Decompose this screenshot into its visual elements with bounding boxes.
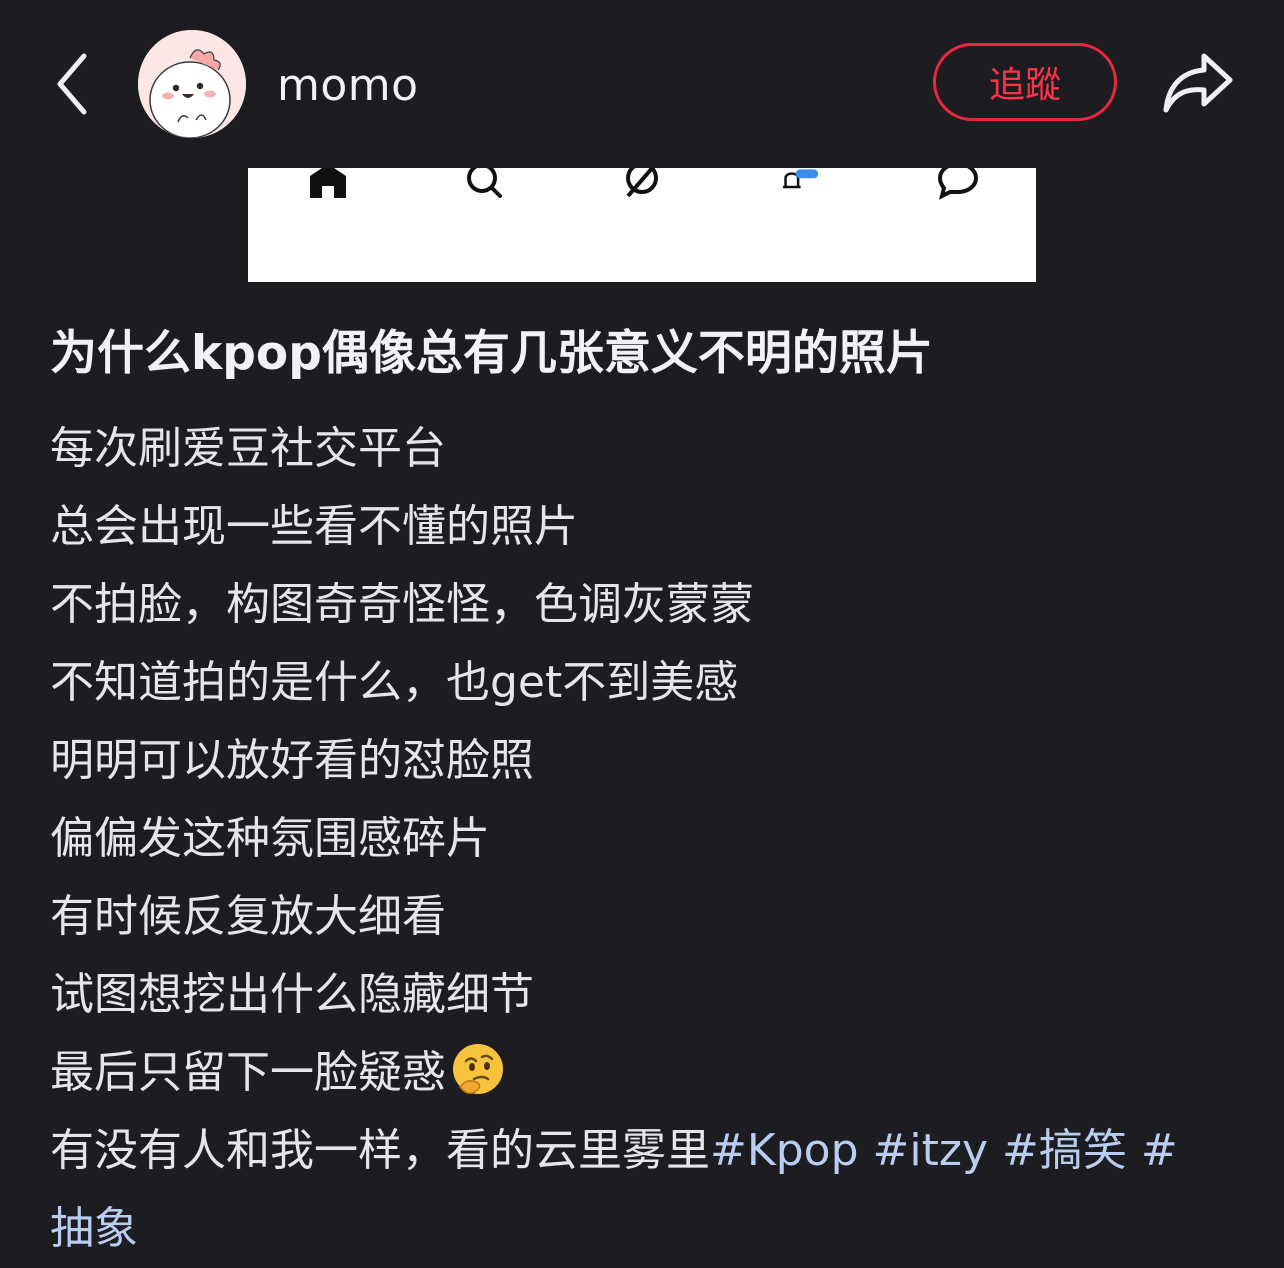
cartoon-avatar-icon	[138, 30, 246, 138]
post-body: 每次刷爱豆社交平台 总会出现一些看不懂的照片 不拍脸，构图奇奇怪怪，色调灰蒙蒙 …	[50, 410, 1240, 1268]
hashtag-funny[interactable]: #搞笑	[1002, 1125, 1127, 1176]
body-line-with-tags: 有没有人和我一样，看的云里雾里#Kpop #itzy #搞笑 #	[50, 1112, 1240, 1190]
body-line-text: 有没有人和我一样，看的云里雾里	[50, 1125, 710, 1176]
body-line-tag-wrap: 抽象	[50, 1190, 1240, 1268]
post-title: 为什么kpop偶像总有几张意义不明的照片	[50, 326, 933, 381]
post-image[interactable]	[248, 168, 1036, 282]
hashtag-abstract-continued[interactable]: 抽象	[50, 1203, 138, 1254]
body-line: 总会出现一些看不懂的照片	[50, 501, 578, 552]
body-line: 每次刷爱豆社交平台	[50, 423, 446, 474]
body-line: 不知道拍的是什么，也get不到美感	[50, 657, 739, 708]
home-icon	[310, 168, 346, 198]
avatar[interactable]	[138, 30, 246, 138]
thinking-face-emoji-icon	[453, 1044, 503, 1094]
username[interactable]: momo	[277, 58, 419, 114]
hashtag-abstract[interactable]: #	[1141, 1125, 1178, 1176]
bell-icon	[783, 169, 819, 189]
compass-icon	[626, 168, 658, 198]
post-header: momo 追蹤	[0, 0, 1284, 168]
back-button[interactable]	[44, 48, 104, 120]
body-line: 偏偏发这种氛围感碎片	[50, 813, 490, 864]
search-icon	[467, 168, 502, 198]
body-line: 明明可以放好看的怼脸照	[50, 735, 534, 786]
follow-button[interactable]: 追蹤	[933, 43, 1117, 121]
chevron-left-icon	[57, 53, 87, 115]
hashtag-kpop[interactable]: #Kpop	[710, 1125, 859, 1176]
hashtag-itzy[interactable]: #itzy	[873, 1125, 988, 1176]
body-line: 不拍脸，构图奇奇怪怪，色调灰蒙蒙	[50, 579, 754, 630]
body-line: 试图想挖出什么隐藏细节	[50, 969, 534, 1020]
share-arrow-icon	[1163, 53, 1233, 113]
body-line-text: 最后只留下一脸疑惑	[50, 1047, 446, 1098]
body-line: 有时候反复放大细看	[50, 891, 446, 942]
body-line-with-emoji: 最后只留下一脸疑惑	[50, 1034, 1240, 1112]
share-button[interactable]	[1160, 48, 1236, 118]
chat-icon	[937, 168, 979, 200]
